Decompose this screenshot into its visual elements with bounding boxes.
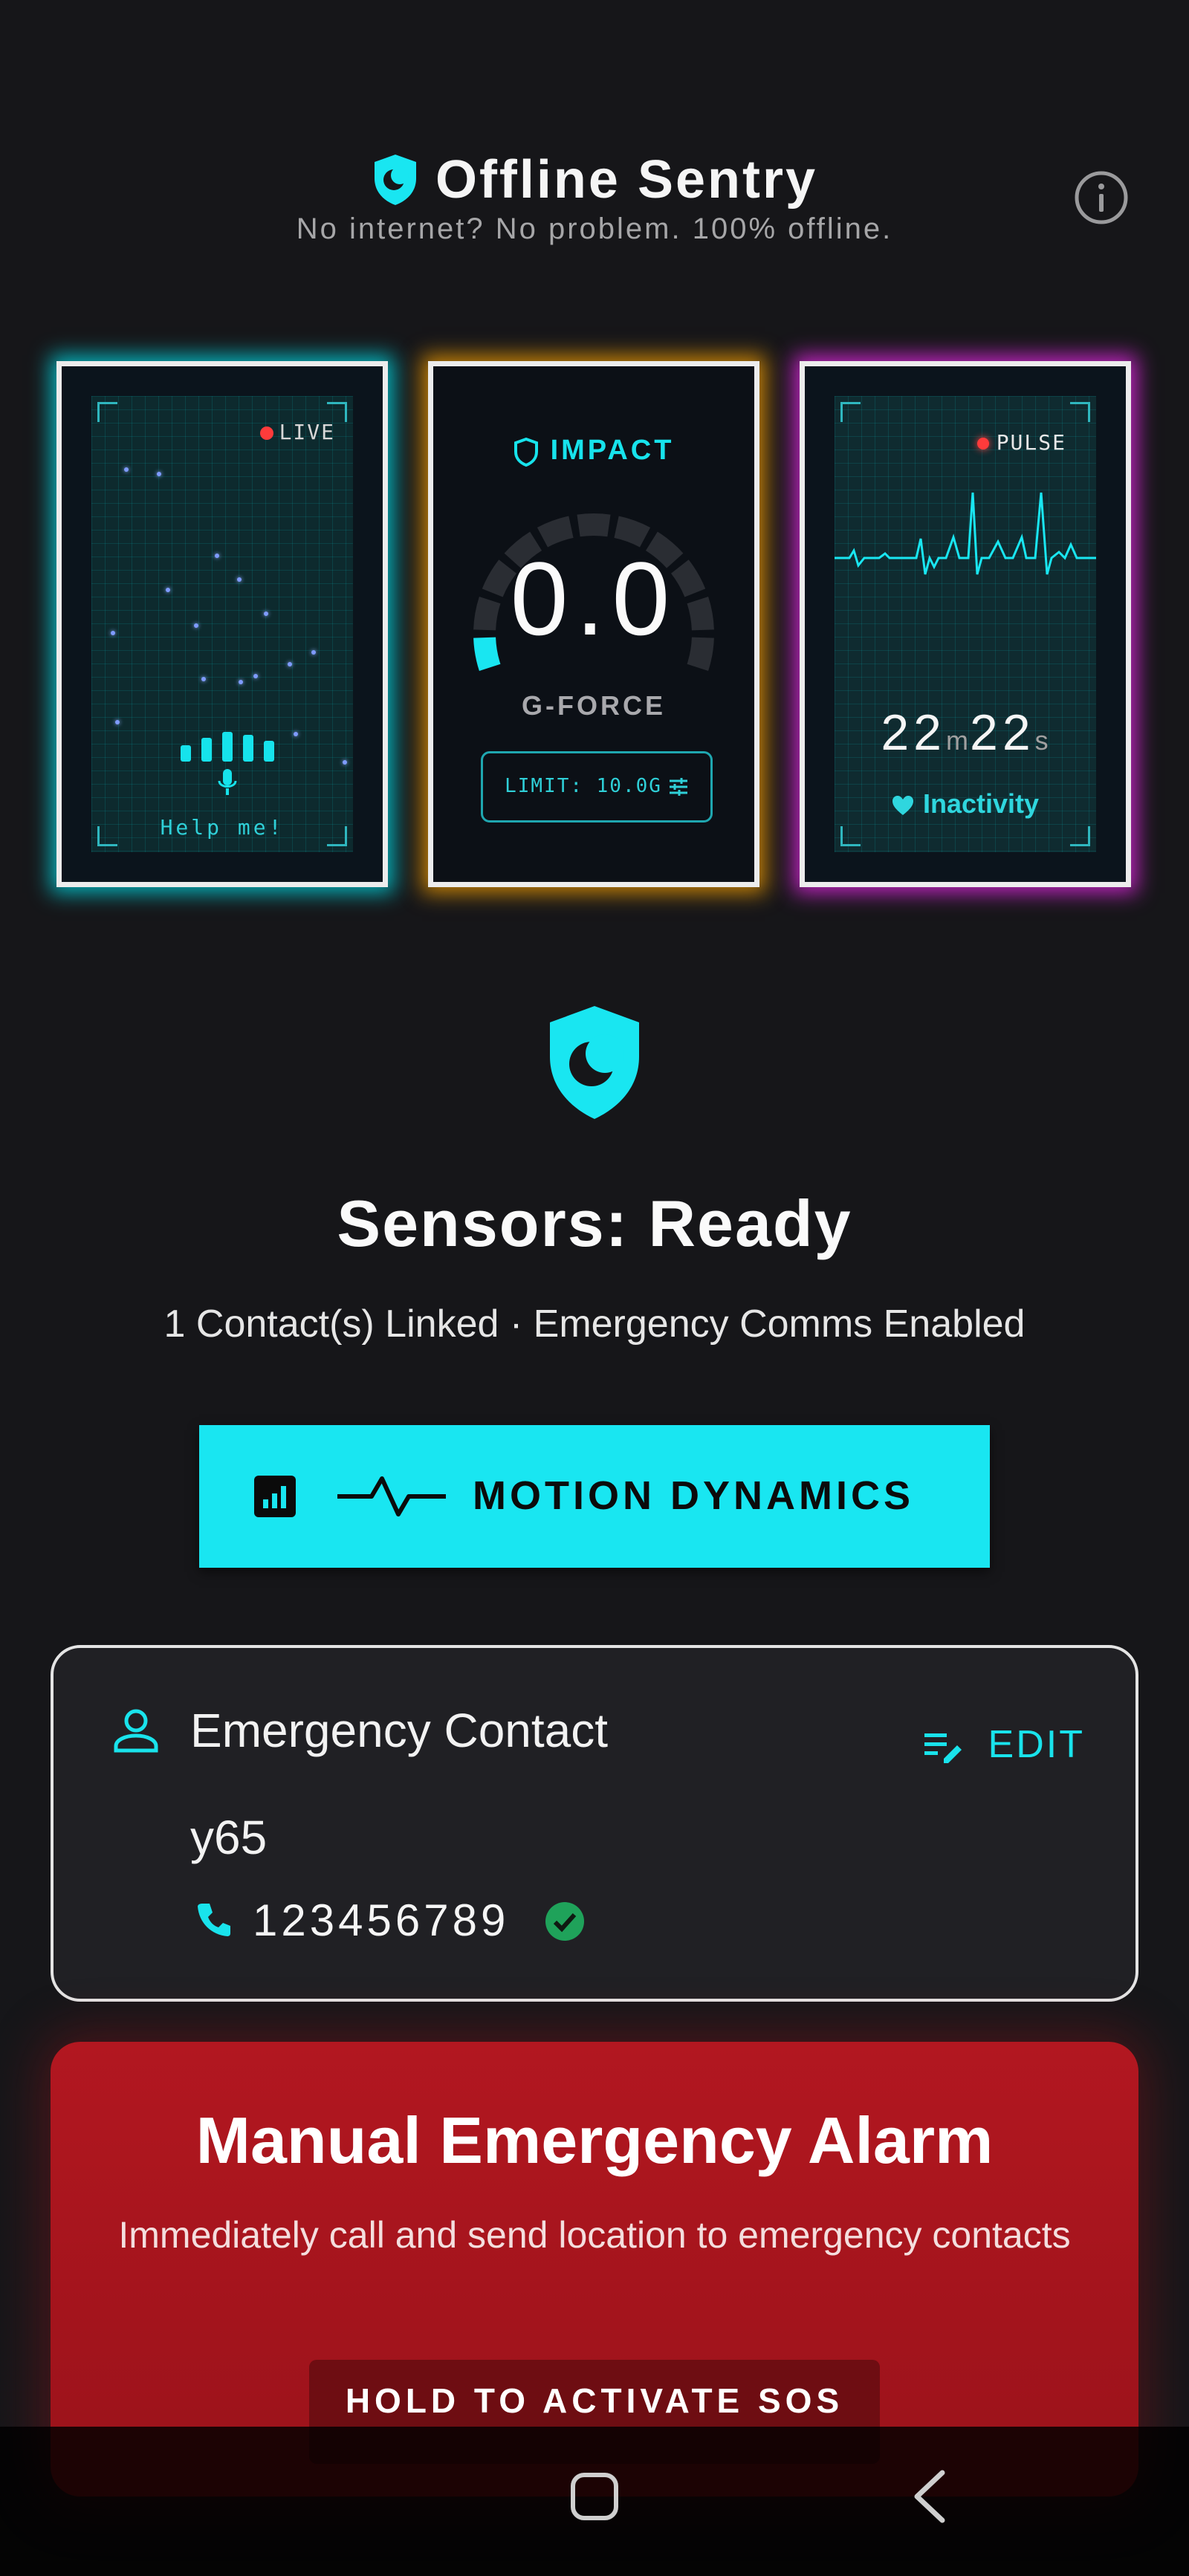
particle [194,623,198,628]
inactivity-timer: 22m22s [805,704,1126,762]
audio-level-bars [181,729,277,762]
voice-trigger-card[interactable]: LIVE Help me! [56,361,388,887]
edit-label: EDIT [988,1723,1085,1766]
shield-icon [374,154,416,205]
particle [201,677,206,681]
contact-name: y65 [190,1811,268,1864]
gauge-segment [577,513,611,537]
system-navigation-bar [0,2427,1189,2576]
particle [111,631,115,635]
info-icon[interactable] [1073,169,1130,226]
timer-minutes-unit: m [946,725,970,756]
person-icon [114,1709,158,1753]
shield-status-icon [550,1006,639,1119]
corner-bracket [327,402,347,422]
particle [343,760,347,765]
pulse-label: PULSE [996,430,1066,455]
impact-title: IMPACT [550,435,675,466]
phone-icon [198,1904,230,1936]
bar-chart-icon [254,1476,296,1517]
edit-contact-button[interactable]: EDIT [923,1722,1085,1767]
impact-card[interactable]: IMPACT 0.0 G-FORCE LIMIT: 10.0G [428,361,759,887]
home-icon[interactable] [571,2473,618,2520]
voice-phrase: Help me! [160,815,285,840]
particle [157,472,161,476]
impact-title-row: IMPACT [433,435,754,467]
corner-bracket [840,826,861,846]
particle [264,611,268,616]
timer-seconds-unit: s [1034,725,1050,756]
app-title: Offline Sentry [435,149,818,210]
particle [294,732,298,736]
particle [311,650,316,655]
gforce-label: G-FORCE [522,690,666,721]
corner-bracket [1070,826,1090,846]
particle [237,577,242,582]
particle [253,674,258,678]
motion-dynamics-label: MOTION DYNAMICS [473,1473,914,1518]
ecg-waveform [835,492,1096,575]
inactivity-card[interactable]: PULSE 22m22s Inactivity [800,361,1131,887]
limit-label: LIMIT: 10.0G [505,775,662,797]
heart-icon [892,796,913,816]
inactivity-label-row: Inactivity [805,788,1126,820]
timer-seconds: 22 [970,704,1035,761]
particle [288,662,292,666]
app-subtitle: No internet? No problem. 100% offline. [296,212,893,245]
check-circle-icon [545,1902,584,1941]
live-indicator: LIVE [259,420,335,444]
inactivity-label: Inactivity [922,788,1040,819]
recording-dot [259,426,273,440]
particle [239,680,243,684]
particle [124,467,129,472]
pulse-dot [976,438,989,450]
corner-bracket [1070,402,1090,422]
corner-bracket [840,402,861,422]
motion-dynamics-button[interactable]: MOTION DYNAMICS [199,1425,990,1568]
emergency-contact-card: Emergency Contact EDIT y65 123456789 [51,1645,1138,2002]
shield-outline-icon [513,437,538,467]
timer-minutes: 22 [881,704,946,761]
contact-phone: 123456789 [253,1895,510,1945]
status-subtitle: 1 Contact(s) Linked · Emergency Comms En… [163,1302,1026,1346]
pulse-icon [337,1476,446,1516]
sos-description: Immediately call and send location to em… [118,2214,1071,2256]
particle [215,554,219,558]
particle [166,588,170,592]
app-title-row: Offline Sentry [0,146,1189,210]
edit-list-icon [924,1733,962,1764]
live-label: LIVE [279,420,335,444]
corner-bracket [97,402,117,422]
contact-card-title: Emergency Contact [190,1704,609,1757]
back-icon[interactable] [910,2468,948,2525]
particle [115,720,120,724]
status-title: Sensors: Ready [337,1187,852,1260]
sliders-icon [669,777,687,796]
limit-button[interactable]: LIMIT: 10.0G [481,751,713,823]
pulse-indicator: PULSE [976,430,1066,455]
mic-icon [218,769,237,795]
sos-title: Manual Emergency Alarm [195,2103,994,2177]
gforce-value: 0.0 [510,540,678,657]
